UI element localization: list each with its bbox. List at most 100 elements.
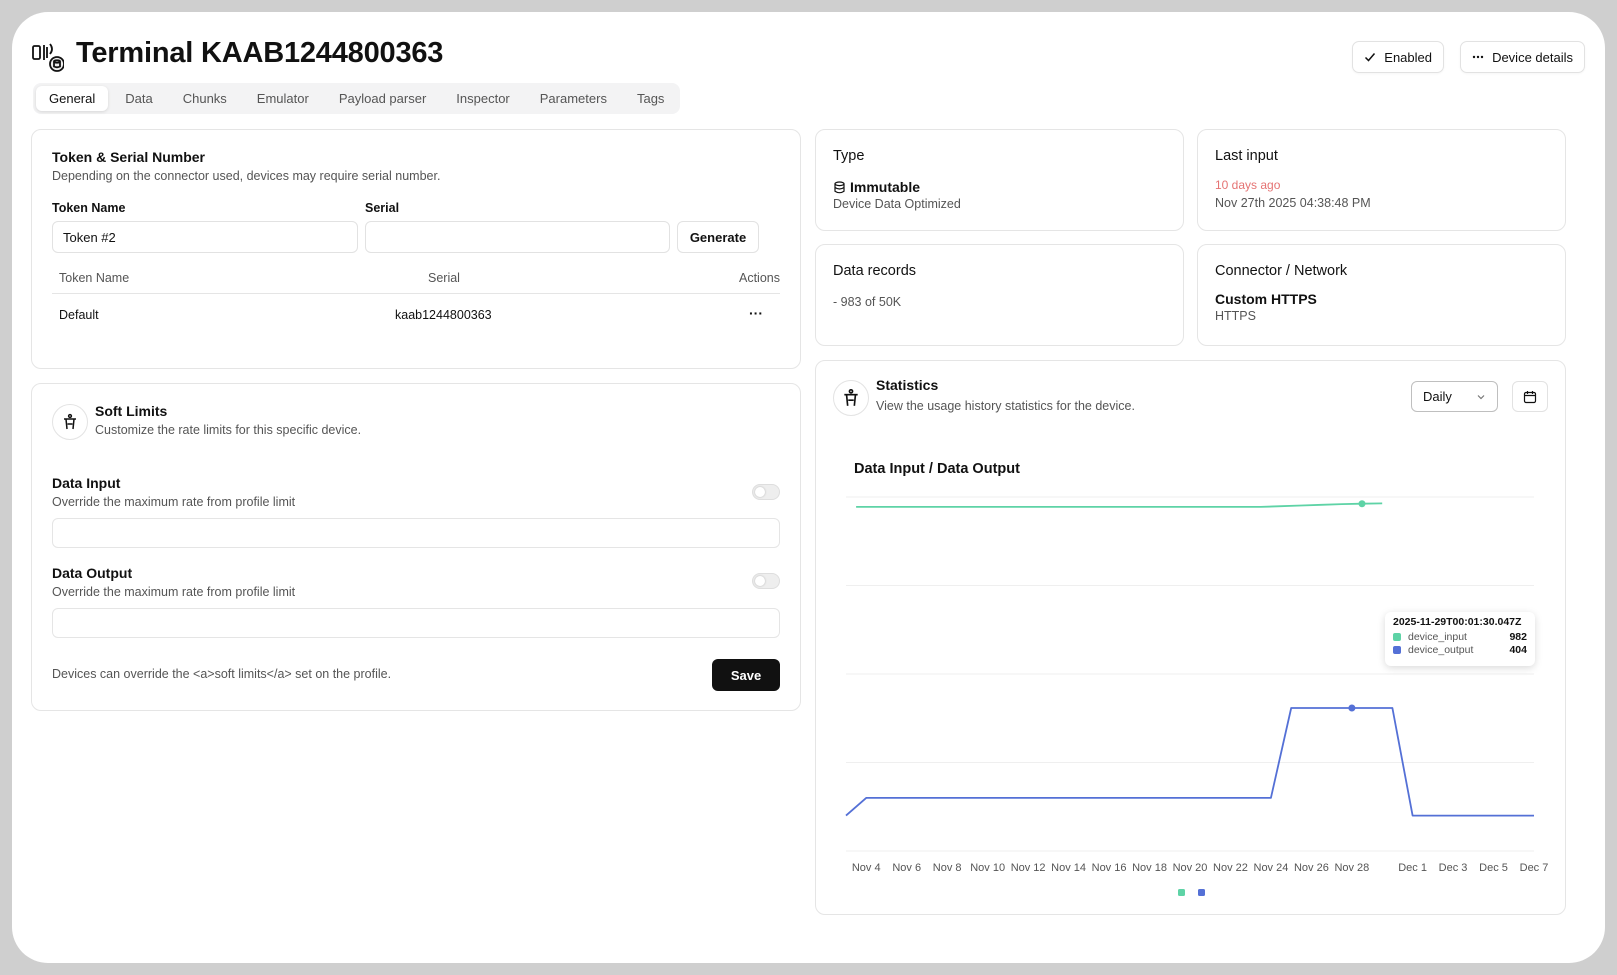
type-card: Type Immutable Device Data Optimized [815,129,1184,231]
tab-parameters[interactable]: Parameters [527,86,620,111]
col-serial: Serial [428,271,460,285]
data-output-desc: Override the maximum rate from profile l… [52,585,296,599]
tab-tags[interactable]: Tags [624,86,677,111]
device-details-label: Device details [1492,49,1573,65]
col-actions: Actions [739,271,780,285]
tooltip-row-input: device_input 982 [1393,631,1527,643]
last-input-relative: 10 days ago [1215,178,1281,192]
x-tick-label: Nov 4 [852,862,881,874]
tab-emulator[interactable]: Emulator [244,86,322,111]
series-point-device_output [1348,704,1356,712]
last-input-card: Last input 10 days ago Nov 27th 2025 04:… [1197,129,1566,231]
tooltip-swatch-input [1393,633,1401,641]
x-tick-label: Nov 24 [1254,862,1289,874]
series-line-device_output [845,707,1534,817]
table-row: Default kaab1244800363 ··· [52,297,780,335]
x-tick-label: Nov 20 [1173,862,1208,874]
serial-label: Serial [365,201,400,215]
generate-button[interactable]: Generate [677,221,759,253]
token-table-header: Token Name Serial Actions [52,264,780,294]
connector-value: Custom HTTPS [1215,291,1317,307]
tooltip-swatch-output [1393,646,1401,654]
connector-title: Connector / Network [1215,263,1348,279]
tooltip-name-output: device_output [1408,644,1474,656]
token-serial-card: Token & Serial Number Depending on the c… [31,129,801,369]
soft-limits-title: Soft Limits [95,403,168,419]
tab-inspector[interactable]: Inspector [443,86,522,111]
enabled-label: Enabled [1384,49,1432,65]
soft-limits-footer-note: Devices can override the <a>soft limits<… [52,667,392,681]
x-tick-label: Nov 26 [1294,862,1329,874]
data-output-title: Data Output [52,565,133,581]
legend-swatch-device_output [1198,889,1205,896]
x-tick-label: Dec 1 [1398,862,1427,874]
app-window: Terminal KAAB1244800363 Enabled Device d… [12,12,1605,963]
token-card-description: Depending on the connector used, devices… [52,169,441,183]
tooltip-row-output: device_output 404 [1393,644,1527,656]
x-tick-label: Dec 7 [1520,862,1549,874]
x-tick-label: Nov 8 [933,862,962,874]
save-button[interactable]: Save [712,659,780,691]
tooltip-value-input: 982 [1509,631,1527,643]
row-serial: kaab1244800363 [395,308,492,322]
type-title: Type [833,148,865,164]
x-tick-label: Dec 3 [1439,862,1468,874]
legend-swatch-device_input [1178,889,1185,896]
soft-limits-icon-wrap [52,404,88,440]
series-point-device_input [1358,500,1366,508]
token-card-title: Token & Serial Number [52,149,206,165]
x-tick-label: Dec 5 [1479,862,1508,874]
x-tick-label: Nov 14 [1051,862,1086,874]
page-header: Terminal KAAB1244800363 Enabled Device d… [32,30,1585,84]
tab-bar: General Data Chunks Emulator Payload par… [33,83,681,114]
more-horizontal-icon [1472,51,1484,63]
data-input-desc: Override the maximum rate from profile l… [52,495,296,509]
device-details-button[interactable]: Device details [1460,41,1585,73]
x-tick-label: Nov 16 [1092,862,1127,874]
row-token-name: Default [59,308,99,322]
soft-limits-card: Soft Limits Customize the rate limits fo… [31,383,801,711]
data-input-title: Data Input [52,475,121,491]
tab-chunks[interactable]: Chunks [170,86,240,111]
check-icon [1364,51,1376,63]
last-input-absolute: Nov 27th 2025 04:38:48 PM [1215,196,1371,210]
token-name-label: Token Name [52,201,126,215]
data-input-toggle[interactable] [752,484,780,500]
tab-data[interactable]: Data [112,86,165,111]
type-value: Immutable [850,179,921,195]
tooltip-timestamp: 2025-11-29T00:01:30.047Z [1393,616,1522,628]
data-output-field[interactable] [52,608,780,638]
type-value-row: Immutable [833,179,920,195]
tab-general[interactable]: General [36,86,109,111]
type-sub: Device Data Optimized [833,197,961,211]
row-actions-button[interactable]: ··· [749,305,763,321]
statistics-card: Statistics View the usage history statis… [815,360,1566,915]
x-tick-label: Nov 28 [1334,862,1369,874]
chart-tooltip: 2025-11-29T00:01:30.047Z device_input 98… [1385,612,1535,666]
series-line-device_input [856,502,1383,508]
tab-payload-parser[interactable]: Payload parser [326,86,439,111]
col-token-name: Token Name [59,271,130,285]
data-records-card: Data records - 983 of 50K [815,244,1184,346]
connector-sub: HTTPS [1215,309,1256,323]
last-input-title: Last input [1215,148,1278,164]
x-tick-label: Nov 22 [1213,862,1248,874]
x-tick-label: Nov 12 [1011,862,1046,874]
serial-input[interactable] [365,221,670,253]
data-output-toggle[interactable] [752,573,780,589]
soft-limits-description: Customize the rate limits for this speci… [95,423,362,437]
tooltip-name-input: device_input [1408,631,1467,643]
enabled-button[interactable]: Enabled [1352,41,1444,73]
data-records-title: Data records [833,263,917,279]
x-tick-label: Nov 10 [970,862,1005,874]
x-tick-label: Nov 18 [1132,862,1167,874]
connector-card: Connector / Network Custom HTTPS HTTPS [1197,244,1566,346]
page-title: Terminal KAAB1244800363 [76,37,444,69]
tooltip-value-output: 404 [1509,644,1527,656]
gauge-limit-icon [61,413,79,431]
data-input-field[interactable] [52,518,780,548]
token-name-input[interactable]: Token #2 [52,221,358,253]
x-tick-label: Nov 6 [892,862,921,874]
terminal-device-icon [32,40,64,72]
data-records-value: - 983 of 50K [833,295,902,309]
